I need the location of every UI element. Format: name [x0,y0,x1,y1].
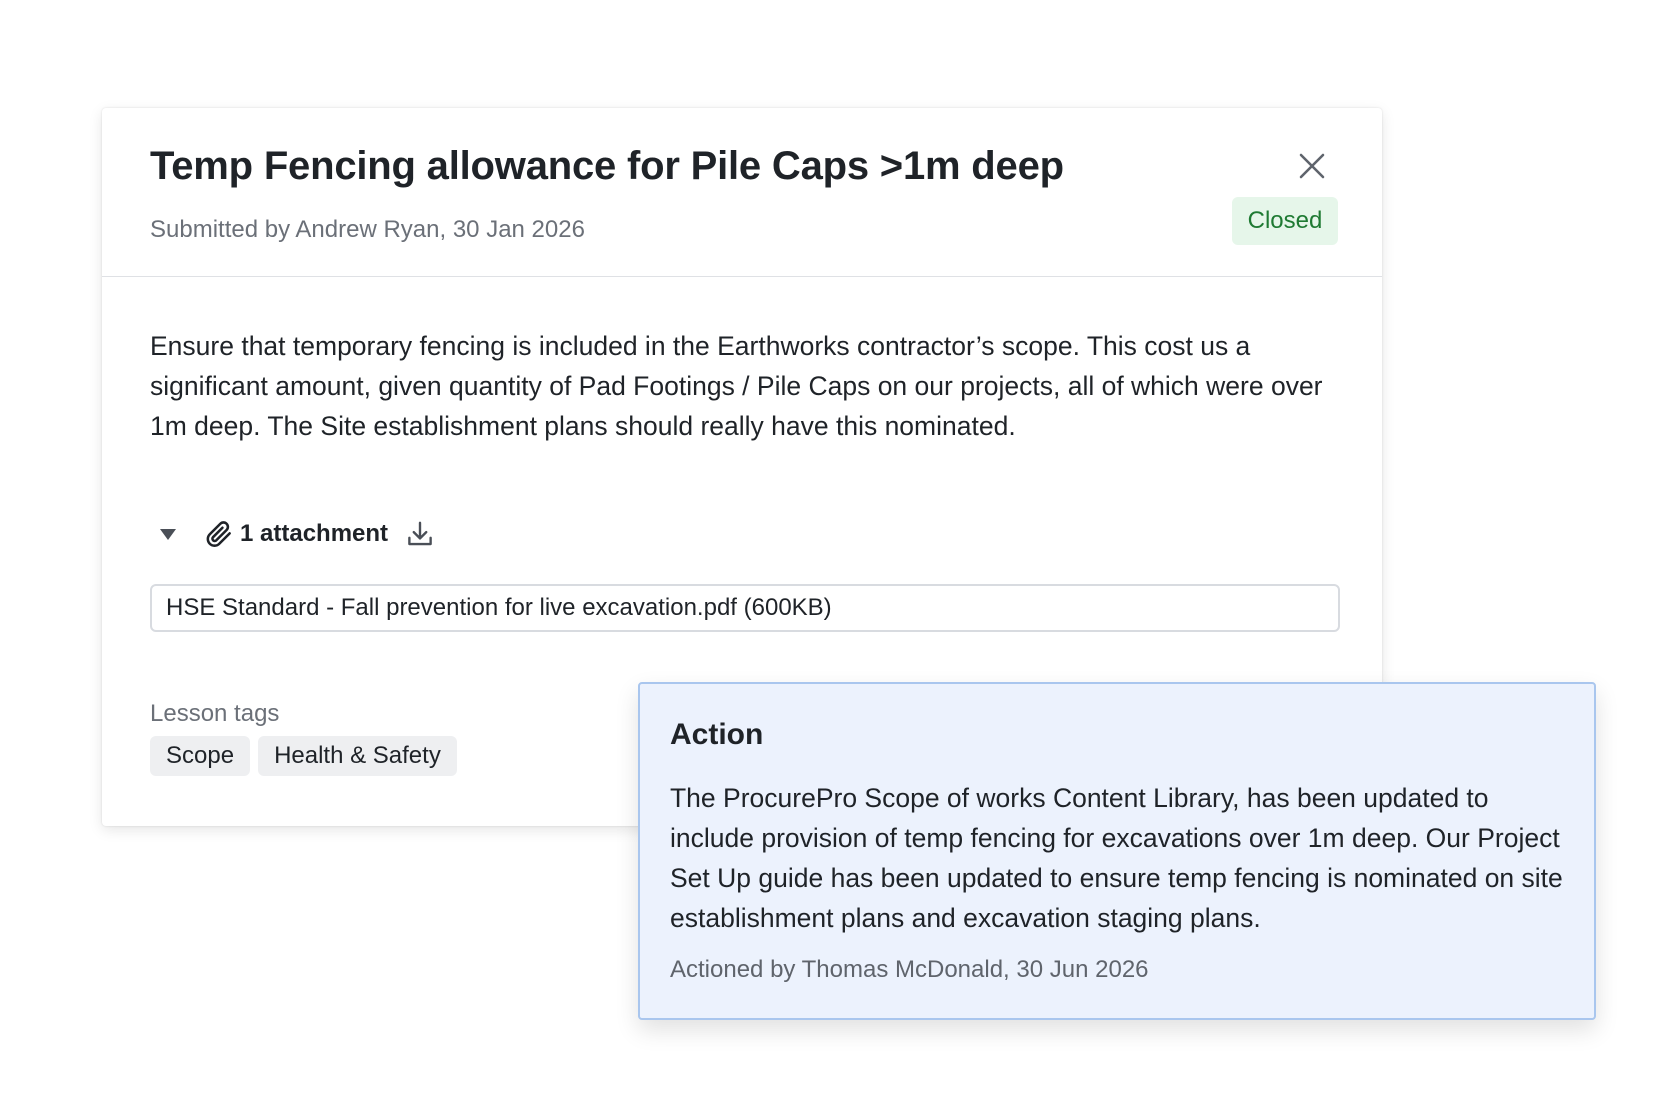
tag-scope: Scope [150,736,251,776]
submitted-by: Submitted by Andrew Ryan, 30 Jan 2026 [150,216,585,243]
actioned-by: Actioned by Thomas McDonald, 30 Jun 2026 [670,956,1149,983]
stage: Temp Fencing allowance for Pile Caps >1m… [0,0,1680,1120]
close-button[interactable] [1292,146,1332,186]
tag-health-safety: Health & Safety [258,736,457,776]
attachments-toggle[interactable] [154,520,182,548]
lesson-tags-label: Lesson tags [150,700,280,727]
attachment-count: 1 attachment [240,520,389,547]
lesson-description: Ensure that temporary fencing is include… [150,331,1323,441]
attachment-file[interactable]: HSE Standard - Fall prevention for live … [150,584,1340,632]
paperclip-icon [202,517,236,551]
action-title: Action [670,718,764,751]
download-button[interactable] [402,516,438,552]
action-panel: Action The ProcurePro Scope of works Con… [638,682,1596,1020]
caret-down-icon [160,529,176,540]
action-text: The ProcurePro Scope of works Content Li… [670,783,1563,933]
lesson-tags: Scope Health & Safety [150,736,457,776]
card-header: Temp Fencing allowance for Pile Caps >1m… [102,108,1382,277]
attachments-header: 1 attachment [154,512,438,556]
status-badge: Closed [1232,197,1338,245]
lesson-title: Temp Fencing allowance for Pile Caps >1m… [150,144,1064,188]
close-icon [1299,153,1325,179]
download-icon [408,521,432,546]
